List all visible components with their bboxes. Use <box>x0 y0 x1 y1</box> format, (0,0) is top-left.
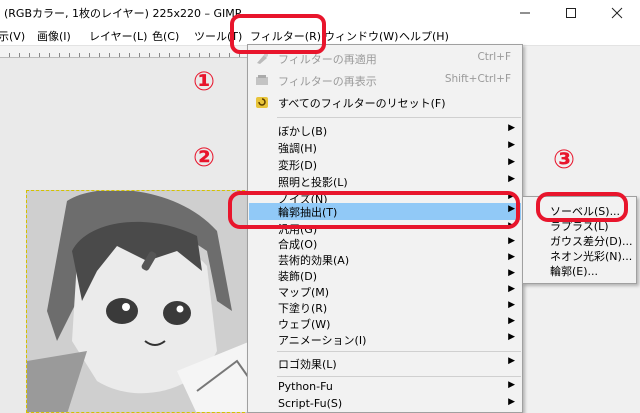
annotation-ring-sobel <box>536 192 628 222</box>
submenu-arrow-icon: ▶ <box>508 380 515 390</box>
menu-item-decor[interactable]: 装飾(D) ▶ <box>249 267 521 284</box>
submenu-arrow-icon: ▶ <box>508 316 515 326</box>
menu-layer[interactable]: レイヤー(L) <box>89 28 147 44</box>
menu-separator <box>277 376 521 377</box>
submenu-arrow-icon: ▶ <box>508 300 515 310</box>
minimize-icon[interactable] <box>502 0 548 26</box>
menu-item-enhance[interactable]: 強調(H) ▶ <box>249 139 521 156</box>
annotation-ring-filters <box>230 14 326 54</box>
annotation-step-1: ① <box>192 67 215 97</box>
annotation-step-2: ② <box>192 143 215 173</box>
menu-view[interactable]: 示(V) <box>0 28 25 44</box>
submenu-arrow-icon: ▶ <box>508 284 515 294</box>
menu-image[interactable]: 画像(I) <box>37 28 71 44</box>
reset-filters-icon <box>255 96 269 109</box>
submenu-item-neon[interactable]: ネオン光彩(N)... <box>550 248 632 264</box>
menu-item-distorts[interactable]: 変形(D) ▶ <box>249 156 521 173</box>
submenu-arrow-icon: ▶ <box>508 356 515 366</box>
window-title: (RGBカラー, 1枚のレイヤー) 225x220 – GIMP <box>4 7 242 20</box>
menu-colors[interactable]: 色(C) <box>152 28 179 44</box>
menu-item-animation[interactable]: アニメーション(I) ▶ <box>249 331 521 348</box>
submenu-arrow-icon: ▶ <box>508 397 515 407</box>
image-canvas[interactable] <box>26 190 250 413</box>
submenu-arrow-icon: ▶ <box>508 268 515 278</box>
close-icon[interactable] <box>594 0 640 26</box>
menu-item-blur[interactable]: ぼかし(B) ▶ <box>249 122 521 139</box>
menu-help[interactable]: ヘルプ(H) <box>399 28 449 44</box>
menu-item-python-fu[interactable]: Python-Fu ▶ <box>249 379 521 396</box>
annotation-step-3: ③ <box>552 145 575 175</box>
menu-item-script-fu[interactable]: Script-Fu(S) ▶ <box>249 396 521 413</box>
menu-windows[interactable]: ウィンドウ(W) <box>324 28 398 44</box>
submenu-item-edge[interactable]: 輪郭(E)... <box>550 263 598 279</box>
submenu-arrow-icon: ▶ <box>508 140 515 150</box>
menu-item-render[interactable]: 下塗り(R) ▶ <box>249 299 521 316</box>
menu-item-reset-filters[interactable]: すべてのフィルターのリセット(F) <box>249 94 521 111</box>
submenu-arrow-icon: ▶ <box>508 174 515 184</box>
submenu-item-difference-of-gaussians[interactable]: ガウス差分(D)... <box>550 233 633 249</box>
horizontal-ruler[interactable] <box>0 46 247 58</box>
maximize-icon[interactable] <box>548 0 594 26</box>
submenu-arrow-icon: ▶ <box>508 252 515 262</box>
submenu-arrow-icon: ▶ <box>508 157 515 167</box>
menu-item-reshow-filter[interactable]: フィルターの再表示 Shift+Ctrl+F <box>249 72 521 89</box>
anime-girl-image <box>27 191 249 412</box>
menu-item-map[interactable]: マップ(M) ▶ <box>249 283 521 300</box>
submenu-arrow-icon: ▶ <box>508 236 515 246</box>
submenu-arrow-icon: ▶ <box>508 123 515 133</box>
menu-separator <box>277 117 521 118</box>
menu-item-logos[interactable]: ロゴ効果(L) ▶ <box>249 355 521 372</box>
reshow-filter-icon <box>255 74 269 87</box>
menu-item-web[interactable]: ウェブ(W) ▶ <box>249 315 521 332</box>
menu-item-light-shadow[interactable]: 照明と投影(L) ▶ <box>249 173 521 190</box>
menu-item-combine[interactable]: 合成(O) ▶ <box>249 235 521 252</box>
annotation-ring-edge-detect <box>228 191 520 229</box>
menu-separator <box>277 351 521 352</box>
submenu-arrow-icon: ▶ <box>508 332 515 342</box>
menu-item-artistic[interactable]: 芸術的効果(A) ▶ <box>249 251 521 268</box>
